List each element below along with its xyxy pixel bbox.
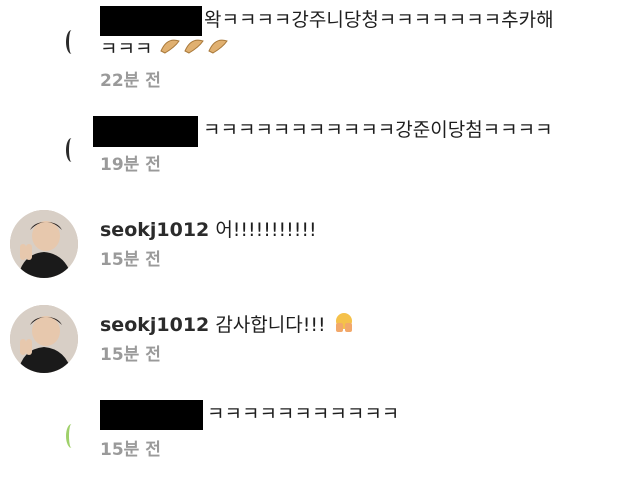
comment-text: ㅋㅋㅋㅋㅋㅋㅋㅋㅋㅋㅋ강준이당첨ㅋㅋㅋㅋ xyxy=(203,119,553,141)
comment-text: ㅋㅋㅋㅋㅋㅋㅋㅋㅋㅋㅋ xyxy=(207,403,400,425)
avatar[interactable] xyxy=(10,210,78,278)
comment-timestamp: 15분 전 xyxy=(100,440,161,460)
avatar[interactable] xyxy=(10,305,78,373)
comment-text-line2: ㅋㅋㅋ xyxy=(100,35,231,64)
comment-username[interactable]: seokj1012 xyxy=(100,219,209,241)
comment-text: seokj1012 감사합니다!!! xyxy=(100,311,356,340)
croissant-emoji xyxy=(159,35,231,64)
redacted-username xyxy=(100,400,203,430)
comment-timestamp: 15분 전 xyxy=(100,250,161,270)
avatar-edge[interactable] xyxy=(66,138,77,162)
comment-item: seokj1012 어!!!!!!!!!!! 15분 전 xyxy=(0,200,640,290)
comment-text: 왁ㅋㅋㅋㅋ강주니당청ㅋㅋㅋㅋㅋㅋㅋ추카해 xyxy=(204,9,554,31)
comment-timestamp: 15분 전 xyxy=(100,345,161,365)
comment-timestamp: 19분 전 xyxy=(100,155,161,175)
comment-item: 왁ㅋㅋㅋㅋ강주니당청ㅋㅋㅋㅋㅋㅋㅋ추카해 ㅋㅋㅋ 22분 전 xyxy=(0,0,640,100)
comment-item: ㅋㅋㅋㅋㅋㅋㅋㅋㅋㅋㅋ 15분 전 xyxy=(0,388,640,482)
avatar-edge[interactable] xyxy=(66,30,77,54)
redacted-username xyxy=(93,116,198,147)
comment-text: seokj1012 어!!!!!!!!!!! xyxy=(100,219,317,241)
avatar-edge[interactable] xyxy=(66,424,77,448)
comment-timestamp: 22분 전 xyxy=(100,71,161,91)
pleading-hands-emoji xyxy=(332,311,356,340)
comment-item: ㅋㅋㅋㅋㅋㅋㅋㅋㅋㅋㅋ강준이당첨ㅋㅋㅋㅋ 19분 전 xyxy=(0,100,640,190)
redacted-username xyxy=(100,6,202,36)
comment-username[interactable]: seokj1012 xyxy=(100,314,209,336)
comment-item: seokj1012 감사합니다!!! 15분 전 xyxy=(0,298,640,388)
